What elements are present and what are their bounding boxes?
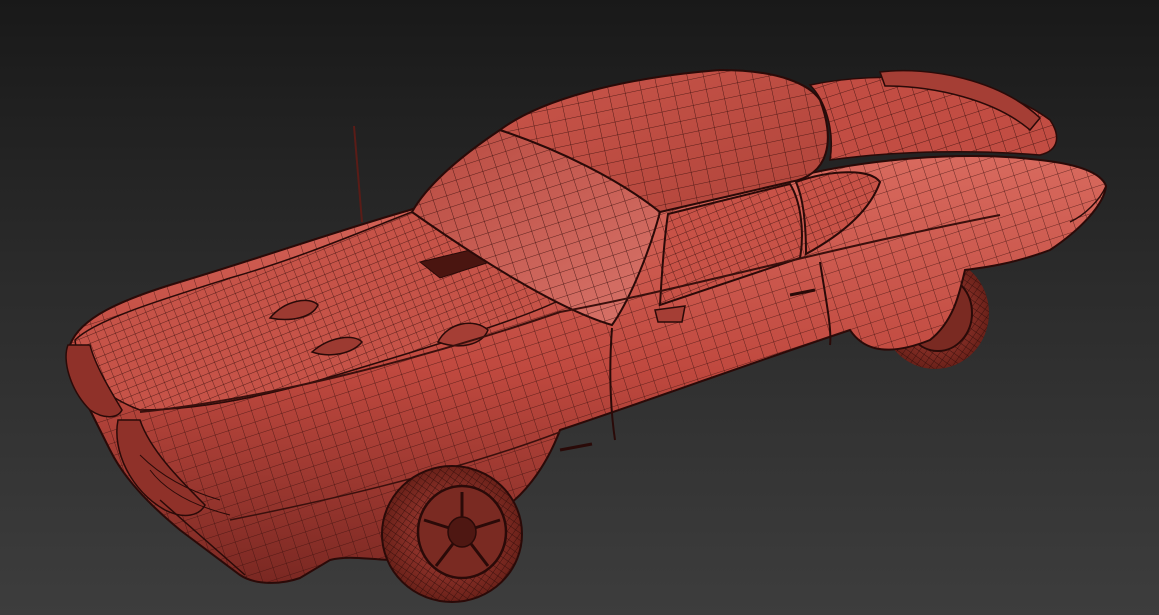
3d-viewport[interactable] bbox=[0, 0, 1159, 615]
antenna bbox=[353, 125, 363, 223]
car-model-render bbox=[65, 68, 1108, 603]
front-wheel bbox=[381, 465, 523, 603]
gto-badge bbox=[559, 442, 593, 452]
